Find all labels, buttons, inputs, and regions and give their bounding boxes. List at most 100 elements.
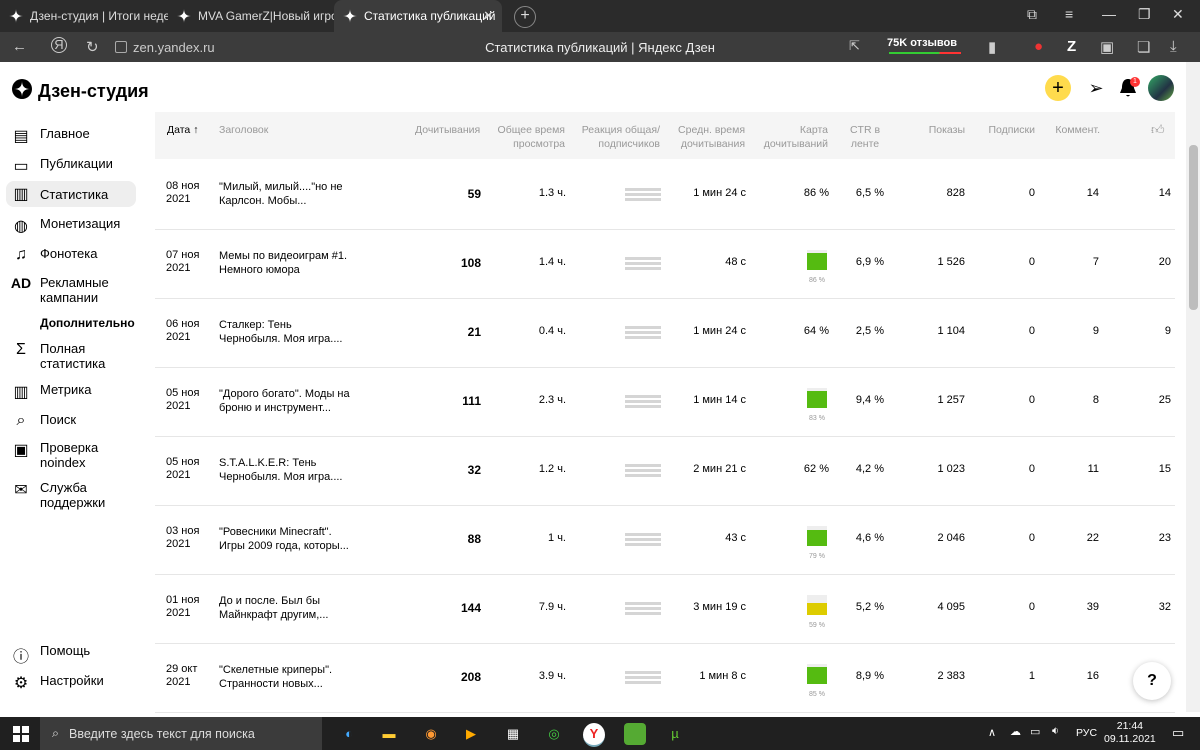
menu-icon[interactable]: ≡	[1065, 6, 1073, 22]
windows-start-icon[interactable]	[10, 723, 32, 745]
read-map-chart[interactable]	[807, 388, 827, 408]
new-tab-button[interactable]: +	[514, 6, 536, 28]
video-icon[interactable]: ▶	[460, 723, 482, 745]
ad-icon: AD	[10, 275, 32, 291]
header-reads[interactable]: Дочитывания	[415, 123, 480, 137]
sidebar-item-publications[interactable]: ▭ Публикации	[6, 156, 136, 176]
sidebar-item-settings[interactable]: ⚙ Настройки	[6, 673, 136, 693]
media-player-icon[interactable]: ◉	[420, 723, 442, 745]
add-publication-button[interactable]: +	[1045, 75, 1071, 101]
header-shows[interactable]: Показы	[920, 123, 965, 137]
torrent-icon[interactable]: µ	[664, 723, 686, 745]
language-indicator[interactable]: РУС	[1076, 727, 1097, 739]
table-row[interactable]: 03 ноя 2021 "Ровесники Minecraft". Игры 2…	[155, 505, 1175, 575]
sidebar-item-full-statistics[interactable]: Σ Полная статистика	[6, 341, 136, 371]
tabs-icon[interactable]: ⧉	[1027, 6, 1037, 23]
read-map-chart[interactable]	[807, 526, 827, 546]
sidebar-item-label: Публикации	[40, 156, 113, 171]
row-title-link[interactable]: "Ровесники Minecraft". Игры 2009 года, к…	[219, 525, 354, 553]
row-ctr: 4,6 %	[855, 532, 884, 544]
sidebar-item-noindex[interactable]: ▣ Проверка noindex	[6, 440, 136, 470]
avatar[interactable]	[1148, 75, 1174, 101]
edge-icon[interactable]: ◐	[338, 723, 360, 745]
browser-tab-active[interactable]: Статистика публикаций ✕	[334, 0, 502, 32]
sidebar-item-main[interactable]: ▤ Главное	[6, 126, 136, 146]
like-icon[interactable]: 👍︎	[1151, 123, 1165, 137]
sidebar-item-label: Помощь	[40, 643, 91, 658]
read-map-chart[interactable]	[807, 595, 827, 615]
close-icon[interactable]: ✕	[483, 8, 494, 24]
folder-icon[interactable]: ▬	[378, 723, 400, 745]
row-shows: 828	[946, 187, 965, 199]
tray-arrow-icon[interactable]: ∧	[988, 726, 996, 739]
read-map-chart[interactable]	[807, 664, 827, 684]
header-ctr[interactable]: CTR в ленте	[845, 123, 885, 151]
sidebar-item-music[interactable]: ♫ Фонотека	[6, 246, 136, 264]
help-button[interactable]: ?	[1133, 662, 1171, 700]
extension-icon[interactable]: ▣	[1100, 38, 1114, 56]
sidebar-item-monetization[interactable]: ◍ Монетизация	[6, 216, 136, 236]
sort-date-header[interactable]: Дата ↑	[167, 123, 198, 137]
notifications-icon[interactable]: ▭	[1172, 725, 1184, 741]
row-title-link[interactable]: Сталкер: Тень Чернобыля. Моя игра....	[219, 318, 354, 346]
network-icon[interactable]: ▭	[1030, 725, 1040, 738]
minecraft-icon[interactable]	[624, 723, 646, 745]
store-icon[interactable]: ▦	[502, 723, 524, 745]
collections-icon[interactable]: ❏	[1137, 38, 1150, 56]
sidebar-item-metrics[interactable]: ▥ Метрика	[6, 382, 136, 402]
table-row[interactable]: 29 окт 2021 "Скелетные криперы". Страннос…	[155, 643, 1175, 713]
pin-icon[interactable]: ●	[1034, 38, 1043, 55]
row-shows: 1 257	[937, 394, 965, 406]
scrollbar-thumb[interactable]	[1189, 145, 1198, 310]
table-row[interactable]: 05 ноя 2021 "Дорого богато". Моды на брон…	[155, 367, 1175, 437]
sidebar-item-statistics[interactable]: ▥ Статистика	[6, 181, 136, 207]
read-map-chart[interactable]	[807, 250, 827, 270]
table-row[interactable]: 01 ноя 2021 До и после. Был бы Майнкрафт …	[155, 574, 1175, 644]
header-read-map[interactable]: Карта дочитываний	[760, 123, 828, 151]
sidebar-item-help[interactable]: ⓘ Помощь	[6, 643, 136, 667]
clock[interactable]: 21:44 09.11.2021	[1104, 720, 1156, 746]
row-title-link[interactable]: Мемы по видеоиграм #1. Немного юмора	[219, 249, 354, 277]
reaction-placeholder	[625, 533, 661, 546]
taskbar-search-input[interactable]: ⌕ Введите здесь текст для поиска	[40, 717, 322, 750]
cloud-icon[interactable]: ☁	[1010, 725, 1021, 738]
browser-tab[interactable]: Дзен-студия | Итоги неде	[0, 0, 168, 32]
yandex-browser-icon[interactable]: Y	[583, 723, 605, 747]
send-icon[interactable]: ➢	[1083, 75, 1109, 101]
header-title[interactable]: Заголовок	[219, 123, 268, 137]
header-comments[interactable]: Коммент.	[1050, 123, 1100, 137]
share-icon[interactable]: ⇱	[849, 38, 860, 54]
header-reaction[interactable]: Реакция общая/ подписчиков	[580, 123, 660, 151]
row-title-link[interactable]: "Милый, милый...."но не Карлсон. Мобы...	[219, 180, 354, 208]
table-row[interactable]: 06 ноя 2021 Сталкер: Тень Чернобыля. Моя …	[155, 298, 1175, 368]
logo[interactable]: Дзен-студия	[12, 79, 149, 104]
minimize-icon[interactable]: —	[1102, 6, 1116, 22]
header-avg-time[interactable]: Средн. время дочитывания	[675, 123, 745, 151]
volume-icon[interactable]: 🔉︎	[1052, 725, 1059, 738]
row-title-link[interactable]: До и после. Был бы Майнкрафт другим,...	[219, 594, 354, 622]
header-subs[interactable]: Подписки	[980, 123, 1035, 137]
sidebar-item-label: Монетизация	[40, 216, 121, 231]
row-title-link[interactable]: S.T.A.L.K.E.R: Тень Чернобыля. Моя игра.…	[219, 456, 354, 484]
chrome-icon[interactable]: ◎	[543, 723, 565, 745]
row-title-link[interactable]: "Скелетные криперы". Странности новых...	[219, 663, 354, 691]
z-extension-icon[interactable]: Z	[1067, 38, 1076, 55]
table-row[interactable]: 05 ноя 2021 S.T.A.L.K.E.R: Тень Чернобыля…	[155, 436, 1175, 506]
download-icon[interactable]: ⤓	[1170, 38, 1177, 55]
row-comments: 9	[1092, 325, 1099, 337]
sidebar-item-support[interactable]: ✉ Служба поддержки	[6, 480, 136, 510]
sidebar-item-ads[interactable]: AD Рекламные кампании	[6, 275, 136, 305]
sidebar-item-search[interactable]: ⌕ Поиск	[6, 412, 136, 430]
row-title-link[interactable]: "Дорого богато". Моды на броню и инструм…	[219, 387, 354, 415]
close-window-icon[interactable]: ✕	[1172, 6, 1184, 23]
bookmark-icon[interactable]: ▮	[988, 38, 996, 56]
browser-tab[interactable]: MVA GamerZ|Новый игро	[168, 0, 334, 32]
row-avg-time: 3 мин 19 с	[693, 601, 746, 613]
reviews-badge[interactable]: 75K отзывов	[887, 37, 961, 54]
read-map-label: 59 %	[809, 622, 825, 629]
maximize-icon[interactable]: ❐	[1138, 6, 1151, 23]
table-row[interactable]: 08 ноя 2021 "Милый, милый...."но не Карлс…	[155, 160, 1175, 230]
table-row[interactable]: 07 ноя 2021 Мемы по видеоиграм #1. Немног…	[155, 229, 1175, 299]
header-total-time[interactable]: Общее время просмотра	[495, 123, 565, 151]
zen-icon	[177, 9, 191, 23]
